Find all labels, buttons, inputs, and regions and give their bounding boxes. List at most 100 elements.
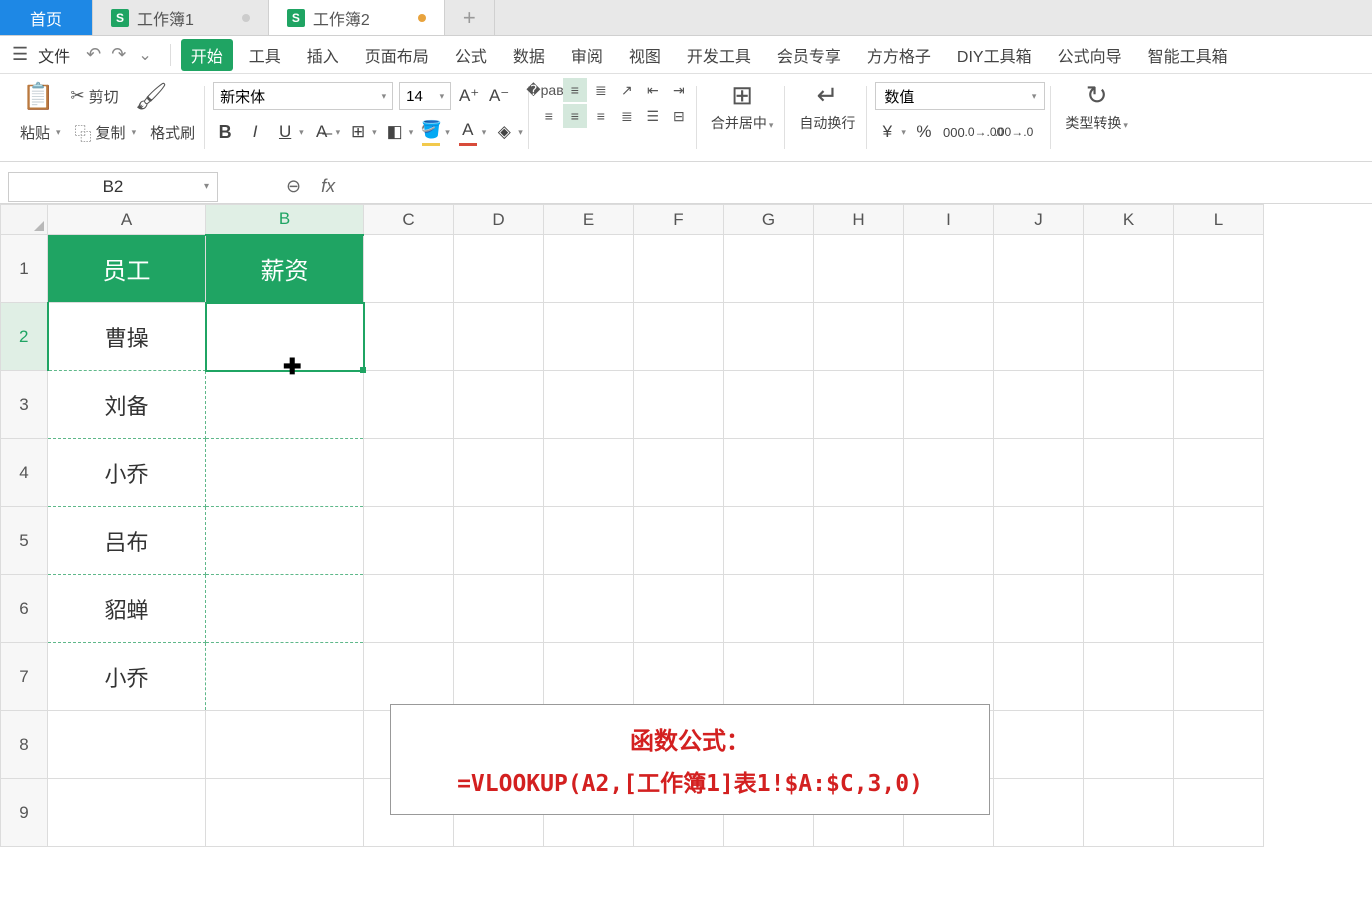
cell-F6[interactable]: [634, 575, 724, 643]
cell-G7[interactable]: [724, 643, 814, 711]
cell-A6[interactable]: 貂蝉: [48, 575, 206, 643]
align-middle-button[interactable]: ≡: [563, 78, 587, 102]
column-header-K[interactable]: K: [1084, 205, 1174, 235]
copy-button[interactable]: ⿻ 复制▾: [71, 118, 141, 147]
cell-D6[interactable]: [454, 575, 544, 643]
row-header-2[interactable]: 2: [1, 303, 48, 371]
distribute-button[interactable]: ☰: [641, 104, 665, 128]
menu-page-layout[interactable]: 页面布局: [355, 39, 439, 71]
menu-view[interactable]: 视图: [619, 39, 671, 71]
cut-button[interactable]: ✂ 剪切: [66, 84, 122, 109]
font-color-button[interactable]: A▾: [456, 118, 487, 146]
cell-L6[interactable]: [1174, 575, 1264, 643]
cell-D3[interactable]: [454, 371, 544, 439]
cell-I1[interactable]: [904, 235, 994, 303]
cell-C2[interactable]: [364, 303, 454, 371]
align-left-button[interactable]: ≡: [537, 104, 561, 128]
column-header-F[interactable]: F: [634, 205, 724, 235]
cell-G2[interactable]: [724, 303, 814, 371]
redo-button[interactable]: ↷: [111, 44, 126, 65]
cell-D7[interactable]: [454, 643, 544, 711]
currency-button[interactable]: ¥▾: [875, 120, 906, 144]
increase-decimal-button[interactable]: .0→.00: [972, 120, 996, 144]
tab-new[interactable]: +: [445, 0, 495, 35]
border-button[interactable]: ⊞▾: [346, 120, 377, 144]
cell-L2[interactable]: [1174, 303, 1264, 371]
cell-D5[interactable]: [454, 507, 544, 575]
cell-A3[interactable]: 刘备: [48, 371, 206, 439]
cell-F3[interactable]: [634, 371, 724, 439]
cell-C5[interactable]: [364, 507, 454, 575]
cell-B6[interactable]: [206, 575, 364, 643]
cell-I7[interactable]: [904, 643, 994, 711]
cell-J5[interactable]: [994, 507, 1084, 575]
cell-K7[interactable]: [1084, 643, 1174, 711]
cell-A8[interactable]: [48, 711, 206, 779]
cell-K4[interactable]: [1084, 439, 1174, 507]
cell-A7[interactable]: 小乔: [48, 643, 206, 711]
cell-B9[interactable]: [206, 779, 364, 847]
row-header-1[interactable]: 1: [1, 235, 48, 303]
column-header-E[interactable]: E: [544, 205, 634, 235]
cell-G4[interactable]: [724, 439, 814, 507]
cell-C1[interactable]: [364, 235, 454, 303]
menu-formula[interactable]: 公式: [445, 39, 497, 71]
column-header-C[interactable]: C: [364, 205, 454, 235]
cell-G1[interactable]: [724, 235, 814, 303]
cell-F2[interactable]: [634, 303, 724, 371]
cell-I3[interactable]: [904, 371, 994, 439]
menu-start[interactable]: 开始: [181, 39, 233, 71]
cell-E7[interactable]: [544, 643, 634, 711]
cell-H6[interactable]: [814, 575, 904, 643]
cell-E2[interactable]: [544, 303, 634, 371]
cell-I4[interactable]: [904, 439, 994, 507]
number-format-select[interactable]: 数值▾: [875, 82, 1045, 110]
cell-H5[interactable]: [814, 507, 904, 575]
cell-A9[interactable]: [48, 779, 206, 847]
cell-J9[interactable]: [994, 779, 1084, 847]
cell-K2[interactable]: [1084, 303, 1174, 371]
format-painter-button[interactable]: 🖌: [129, 79, 174, 114]
cell-G6[interactable]: [724, 575, 814, 643]
cell-D1[interactable]: [454, 235, 544, 303]
cell-E5[interactable]: [544, 507, 634, 575]
formula-zoom-icon[interactable]: ⊖: [286, 176, 301, 197]
cell-J4[interactable]: [994, 439, 1084, 507]
italic-button[interactable]: I: [243, 120, 267, 144]
cell-B4[interactable]: [206, 439, 364, 507]
orientation-button[interactable]: ↗: [615, 78, 639, 102]
cell-J6[interactable]: [994, 575, 1084, 643]
decrease-decimal-button[interactable]: .00→.0: [1002, 120, 1026, 144]
cell-C3[interactable]: [364, 371, 454, 439]
tab-workbook1[interactable]: S 工作簿1: [93, 0, 269, 35]
column-header-J[interactable]: J: [994, 205, 1084, 235]
menu-smart-toolbox[interactable]: 智能工具箱: [1138, 39, 1238, 71]
increase-indent-button[interactable]: ⇥: [667, 78, 691, 102]
cell-J1[interactable]: [994, 235, 1084, 303]
cell-style-button[interactable]: ◧▾: [383, 120, 414, 144]
menu-review[interactable]: 审阅: [561, 39, 613, 71]
cell-I6[interactable]: [904, 575, 994, 643]
cell-A4[interactable]: 小乔: [48, 439, 206, 507]
cell-L1[interactable]: [1174, 235, 1264, 303]
justify-button[interactable]: ≣: [615, 104, 639, 128]
row-header-5[interactable]: 5: [1, 507, 48, 575]
menu-developer[interactable]: 开发工具: [677, 39, 761, 71]
menu-insert[interactable]: 插入: [297, 39, 349, 71]
cell-K6[interactable]: [1084, 575, 1174, 643]
comma-button[interactable]: 000: [942, 120, 966, 144]
align-bottom-button[interactable]: ≣: [589, 78, 613, 102]
cell-F4[interactable]: [634, 439, 724, 507]
increase-font-button[interactable]: A⁺: [457, 84, 481, 108]
cell-I2[interactable]: [904, 303, 994, 371]
cell-K3[interactable]: [1084, 371, 1174, 439]
cell-J8[interactable]: [994, 711, 1084, 779]
fill-color-button[interactable]: 🪣▾: [419, 118, 450, 146]
font-size-select[interactable]: 14▾: [399, 82, 451, 110]
bold-button[interactable]: B: [213, 120, 237, 144]
cell-A2[interactable]: 曹操: [48, 303, 206, 371]
cell-H3[interactable]: [814, 371, 904, 439]
cell-H4[interactable]: [814, 439, 904, 507]
cell-J7[interactable]: [994, 643, 1084, 711]
cell-F7[interactable]: [634, 643, 724, 711]
